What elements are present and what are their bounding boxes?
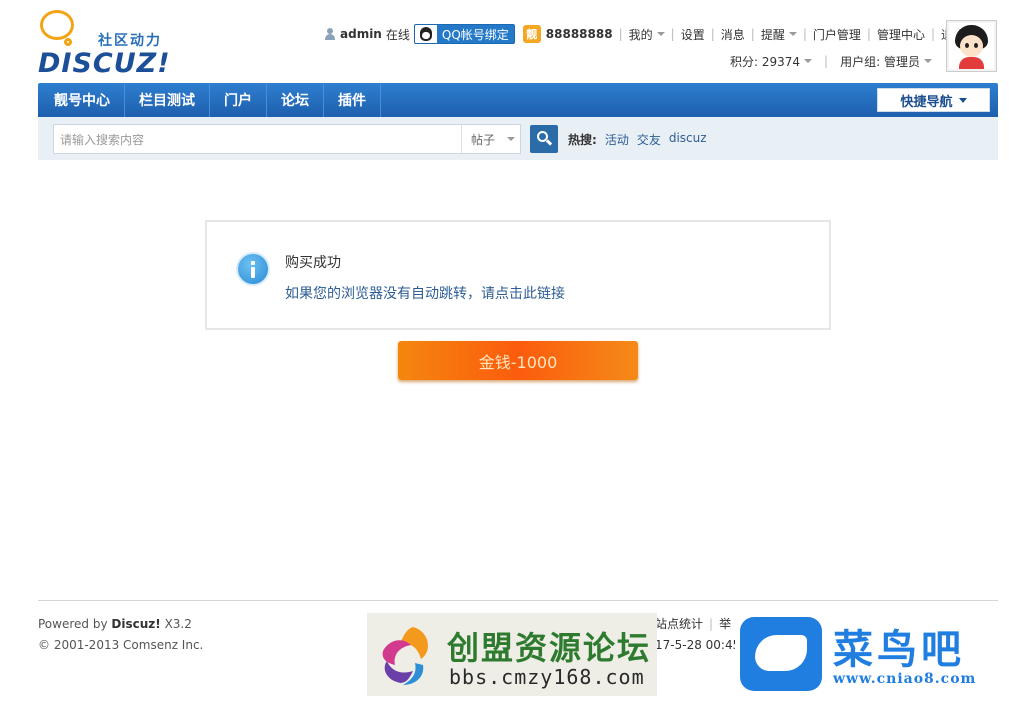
- search-type-select[interactable]: 帖子: [461, 124, 521, 154]
- hot-search-link[interactable]: 活动: [605, 131, 629, 148]
- cmzy-title: 创盟资源论坛: [447, 629, 652, 667]
- vip-number-link[interactable]: 88888888: [546, 27, 613, 41]
- main-nav: 靓号中心 栏目测试 门户 论坛 插件 快捷导航: [38, 83, 998, 117]
- hot-search-link[interactable]: discuz: [669, 131, 707, 148]
- cniao-title: 菜鸟吧: [833, 626, 965, 673]
- redirect-link[interactable]: 如果您的浏览器没有自动跳转，请点击此链接: [285, 283, 565, 303]
- powered-version: X3.2: [164, 617, 192, 631]
- money-deduction-button[interactable]: 金钱-1000: [398, 341, 638, 380]
- settings-link[interactable]: 设置: [681, 26, 705, 43]
- footer-datetime: 17-5-28 00:45: [655, 638, 741, 652]
- hot-searches: 热搜: 活动 交友 discuz: [568, 131, 715, 148]
- online-status: 在线: [385, 27, 410, 42]
- site-logo[interactable]: 社区动力 DISCUZ!: [38, 10, 178, 79]
- qq-icon: [414, 25, 437, 43]
- message-title: 购买成功: [285, 255, 341, 271]
- cniao-url: www.cniao8.com: [833, 671, 977, 687]
- chevron-down-icon: [788, 32, 797, 36]
- nav-item-forum[interactable]: 论坛: [267, 83, 324, 117]
- username-link[interactable]: admin: [340, 27, 382, 41]
- info-icon: [236, 252, 270, 286]
- messages-link[interactable]: 消息: [721, 26, 745, 43]
- hot-search-link[interactable]: 交友: [637, 131, 661, 148]
- report-link[interactable]: 举: [719, 617, 731, 631]
- search-button[interactable]: [530, 125, 558, 153]
- qq-bind-label: QQ帐号绑定: [441, 27, 509, 42]
- qq-bind-button[interactable]: QQ帐号绑定: [413, 24, 515, 44]
- search-bar: 请输入搜索内容 帖子 热搜: 活动 交友 discuz: [38, 117, 998, 160]
- search-input[interactable]: 请输入搜索内容: [53, 124, 462, 154]
- admin-center-link[interactable]: 管理中心: [877, 26, 925, 43]
- quick-nav-button[interactable]: 快捷导航: [877, 88, 990, 112]
- chevron-down-icon: [656, 32, 665, 36]
- cmzy-logo-icon: [382, 627, 428, 685]
- powered-prefix: Powered by: [38, 617, 108, 631]
- chevron-down-icon: [507, 137, 516, 141]
- copyright-text: © 2001-2013 Comsenz Inc.: [38, 638, 204, 652]
- reminders-link[interactable]: 提醒: [761, 26, 785, 43]
- logo-bubble-icon: [40, 10, 74, 40]
- logo-wordmark: DISCUZ!: [38, 48, 171, 79]
- nav-item-column-test[interactable]: 栏目测试: [125, 83, 210, 117]
- cmzy-url: bbs.cmzy168.com: [449, 665, 645, 689]
- user-toolbar: admin 在线 QQ帐号绑定 靓 88888888 | 我的 | 设置 | 消…: [324, 23, 965, 45]
- footer-credits: Powered by Discuz! X3.2 © 2001-2013 Coms…: [38, 614, 203, 656]
- hot-search-label: 热搜:: [568, 133, 597, 147]
- portal-admin-link[interactable]: 门户管理: [813, 26, 861, 43]
- site-stats-link[interactable]: 站点统计: [655, 617, 703, 631]
- user-icon: [324, 28, 336, 40]
- chevron-down-icon: [923, 59, 932, 63]
- nav-item-portal[interactable]: 门户: [210, 83, 267, 117]
- search-type-value: 帖子: [471, 132, 496, 147]
- user-stats-bar: 积分: 29374 | 用户组: 管理员: [730, 52, 932, 70]
- logo-bubble-tail: [64, 38, 72, 46]
- bird-logo-icon: [740, 617, 822, 691]
- message-box: 购买成功 如果您的浏览器没有自动跳转，请点击此链接: [205, 220, 831, 330]
- footer-divider: [38, 600, 998, 601]
- quick-nav-label: 快捷导航: [900, 94, 953, 110]
- avatar[interactable]: [946, 20, 997, 72]
- caret-down-icon: [958, 97, 967, 103]
- nav-item-plugins[interactable]: 插件: [324, 83, 381, 117]
- footer-links: 站点统计 | 举 17-5-28 00:45: [655, 614, 740, 656]
- chevron-down-icon: [804, 59, 813, 63]
- search-placeholder: 请输入搜索内容: [60, 132, 145, 147]
- avatar-image: [949, 23, 994, 69]
- vip-number-icon: 靓: [522, 25, 541, 43]
- cmzy-watermark: 创盟资源论坛 bbs.cmzy168.com: [367, 613, 657, 696]
- nav-item-vip-center[interactable]: 靓号中心: [40, 83, 125, 117]
- credits-link[interactable]: 积分: 29374: [730, 53, 800, 70]
- cniao-watermark: 菜鸟吧 www.cniao8.com: [735, 613, 1025, 701]
- powered-name[interactable]: Discuz!: [111, 617, 160, 631]
- my-menu-link[interactable]: 我的: [629, 26, 653, 43]
- logo-tagline: 社区动力: [98, 33, 162, 49]
- usergroup-link[interactable]: 用户组: 管理员: [840, 53, 920, 70]
